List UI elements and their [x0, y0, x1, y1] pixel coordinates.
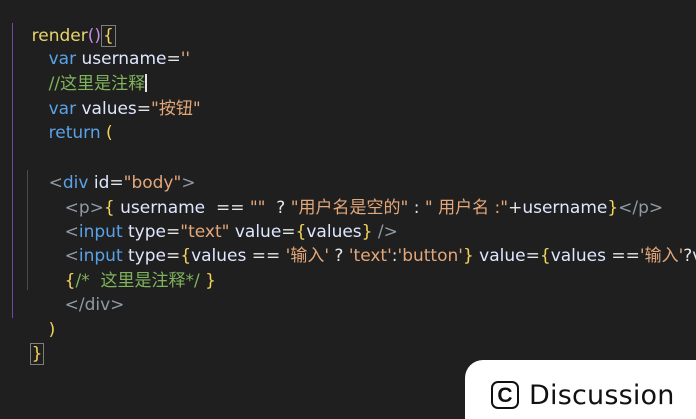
- brace: }: [462, 246, 474, 266]
- code-editor[interactable]: render(){ var username='' //这里是注释 var va…: [0, 0, 696, 419]
- paren: (: [106, 123, 113, 143]
- brace: {: [539, 246, 551, 266]
- close-brace: }: [29, 343, 45, 365]
- code-line-10: <input type={values == '输入' ? 'text':'bu…: [43, 219, 696, 266]
- code-line-8: <p>{ username == "" ? "用户名是空的" : " 用户名 :…: [43, 171, 664, 218]
- expression: username: [522, 198, 608, 218]
- code-line-13: ): [27, 293, 56, 340]
- tag-close: </div>: [64, 295, 125, 315]
- string: '': [180, 49, 191, 69]
- operator: =: [136, 99, 152, 119]
- string: "按钮": [151, 99, 201, 119]
- expression: values: [692, 246, 696, 266]
- attribute: value: [479, 246, 526, 266]
- code-line-1: render(){: [10, 0, 116, 47]
- operator: ?: [683, 246, 693, 266]
- code-line-14: }: [8, 317, 45, 365]
- operator: ?: [329, 246, 349, 266]
- code-line-5: return (: [27, 96, 113, 143]
- code-line-9: <input type="text" value={values} />: [43, 195, 398, 242]
- code-line-12: </div>: [43, 268, 125, 315]
- brace: }: [607, 198, 619, 218]
- operator: ==: [605, 246, 640, 266]
- string: 'button': [397, 246, 463, 266]
- string: '输入': [285, 246, 330, 266]
- brace: }: [199, 271, 216, 291]
- paren: ): [48, 320, 56, 340]
- operator: =: [166, 49, 181, 69]
- operator: ==: [246, 246, 286, 266]
- code-line-3: //这里是注释: [27, 47, 148, 94]
- code-line-11: {/* 这里是注释*/ }: [43, 244, 216, 291]
- discussion-icon: C: [491, 381, 519, 409]
- string: '输入': [639, 246, 684, 266]
- keyword: return: [48, 123, 101, 143]
- operator: :: [408, 198, 425, 218]
- discussion-button[interactable]: C Discussion: [465, 360, 696, 419]
- code-line-7: <div id="body">: [27, 146, 196, 193]
- operator: +: [508, 198, 523, 218]
- operator: =: [525, 246, 540, 266]
- string: " 用户名 :": [424, 198, 509, 218]
- code-line-2: var username='': [27, 22, 190, 69]
- tag-close: </p>: [618, 198, 664, 218]
- string: 'text': [348, 246, 392, 266]
- discussion-label: Discussion: [529, 379, 675, 411]
- expression: values: [550, 246, 606, 266]
- code-line-4: var values="按钮": [27, 72, 201, 119]
